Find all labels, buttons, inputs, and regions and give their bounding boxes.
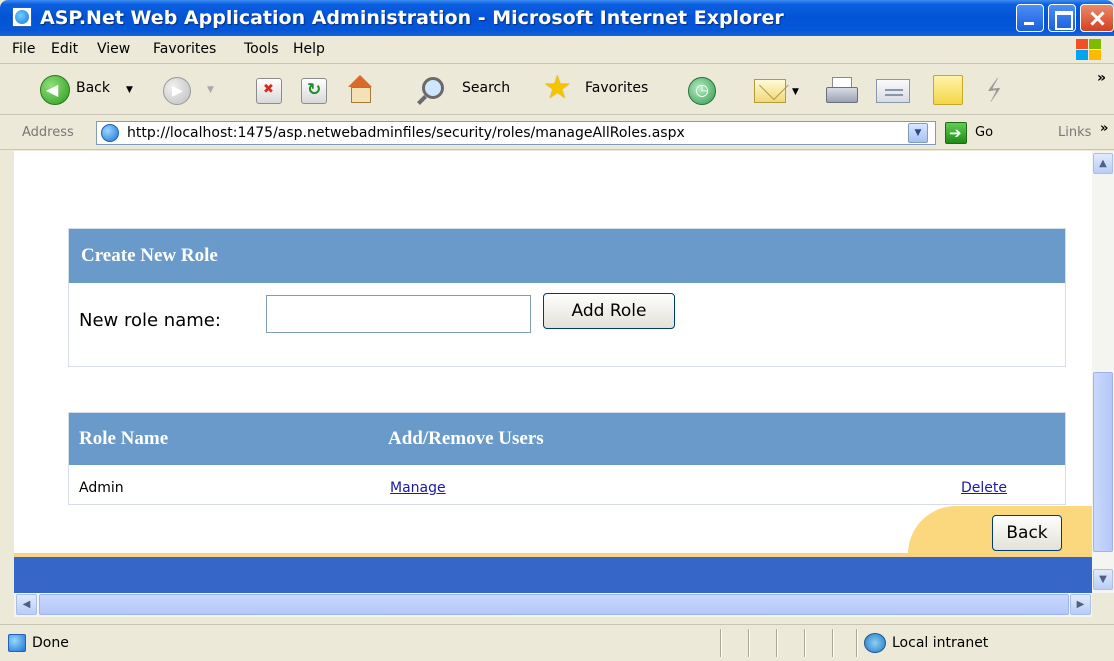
toolbar-chevron-icon[interactable]: » xyxy=(1097,70,1106,86)
messenger-icon[interactable]: ⚡ xyxy=(980,72,1010,110)
menu-favorites[interactable]: Favorites xyxy=(153,41,216,57)
home-icon[interactable] xyxy=(345,75,375,105)
status-separator xyxy=(720,629,722,657)
address-bar: Address http://localhost:1475/asp.netweb… xyxy=(0,116,1114,150)
mail-dropdown-icon[interactable]: ▼ xyxy=(792,87,799,97)
mail-icon[interactable] xyxy=(754,79,786,103)
stop-icon[interactable] xyxy=(256,78,282,104)
new-role-name-label: New role name: xyxy=(79,310,221,331)
page-viewport: Create New Role New role name: Add Role … xyxy=(14,151,1092,593)
refresh-icon[interactable] xyxy=(301,78,327,104)
ie-page-icon xyxy=(101,124,119,142)
search-icon[interactable] xyxy=(416,75,446,105)
back-button[interactable]: Back xyxy=(992,515,1062,551)
history-icon[interactable] xyxy=(688,77,716,105)
ie-app-icon xyxy=(12,7,32,27)
menu-view[interactable]: View xyxy=(97,41,130,57)
column-add-remove-users: Add/Remove Users xyxy=(388,428,544,449)
menu-help[interactable]: Help xyxy=(293,41,325,57)
links-label[interactable]: Links xyxy=(1058,125,1091,140)
maximize-button[interactable] xyxy=(1048,4,1076,32)
status-separator xyxy=(776,629,778,657)
scroll-right-icon[interactable]: ▶ xyxy=(1070,594,1091,615)
back-arrow-icon[interactable] xyxy=(40,75,70,105)
horizontal-scroll-thumb[interactable] xyxy=(39,594,1069,615)
scroll-left-icon[interactable]: ◀ xyxy=(16,594,37,615)
horizontal-scrollbar[interactable]: ◀ ▶ xyxy=(14,593,1092,617)
ie-page-status-icon xyxy=(8,634,26,652)
menu-file[interactable]: File xyxy=(12,41,35,57)
status-separator xyxy=(804,629,806,657)
minimize-button[interactable] xyxy=(1016,4,1044,32)
links-chevron-icon[interactable]: » xyxy=(1100,121,1108,136)
menu-tools[interactable]: Tools xyxy=(244,41,279,57)
note-icon[interactable] xyxy=(933,75,963,105)
manage-link[interactable]: Manage xyxy=(390,480,446,496)
scroll-down-icon[interactable]: ▼ xyxy=(1093,569,1113,590)
role-name-cell: Admin xyxy=(79,480,124,496)
create-role-panel: Create New Role New role name: Add Role xyxy=(68,228,1066,367)
search-button-label[interactable]: Search xyxy=(462,80,510,96)
add-role-button[interactable]: Add Role xyxy=(543,293,675,329)
standard-toolbar: Back ▼ ▼ Search ★ Favorites ▼ ⚡ xyxy=(0,65,1114,115)
address-dropdown-icon[interactable]: ▼ xyxy=(908,123,928,143)
favorites-button-label[interactable]: Favorites xyxy=(585,80,648,96)
forward-arrow-icon[interactable] xyxy=(163,77,191,105)
status-bar: Done Local intranet xyxy=(0,624,1114,661)
delete-link[interactable]: Delete xyxy=(961,480,1007,496)
go-button-label[interactable]: Go xyxy=(975,125,993,140)
close-button[interactable] xyxy=(1080,4,1114,32)
star-icon[interactable]: ★ xyxy=(543,71,572,103)
status-text: Done xyxy=(32,635,69,651)
browser-window: ASP.Net Web Application Administration -… xyxy=(0,0,1114,661)
menu-edit[interactable]: Edit xyxy=(51,41,78,57)
back-dropdown-icon[interactable]: ▼ xyxy=(126,85,133,95)
roles-table-header: Role Name Add/Remove Users xyxy=(69,413,1065,465)
scroll-up-icon[interactable]: ▲ xyxy=(1093,153,1113,174)
title-bar: ASP.Net Web Application Administration -… xyxy=(0,0,1114,36)
back-button-label[interactable]: Back xyxy=(76,80,110,96)
local-intranet-icon xyxy=(864,633,886,653)
address-url[interactable]: http://localhost:1475/asp.netwebadminfil… xyxy=(127,125,685,141)
print-icon[interactable] xyxy=(826,77,858,105)
windows-logo-icon xyxy=(1074,38,1104,62)
column-role-name: Role Name xyxy=(79,428,169,449)
window-title: ASP.Net Web Application Administration -… xyxy=(40,7,784,29)
status-separator xyxy=(832,629,834,657)
go-arrow-icon[interactable] xyxy=(945,122,967,144)
new-role-name-input[interactable] xyxy=(266,295,531,333)
status-separator xyxy=(856,629,858,657)
security-zone-label: Local intranet xyxy=(892,635,989,651)
roles-table: Role Name Add/Remove Users Admin Manage … xyxy=(68,412,1066,505)
edit-icon[interactable] xyxy=(876,79,910,103)
status-separator xyxy=(748,629,750,657)
address-label: Address xyxy=(22,125,74,140)
create-role-header: Create New Role xyxy=(69,229,1065,283)
vertical-scroll-thumb[interactable] xyxy=(1093,372,1113,552)
address-input[interactable]: http://localhost:1475/asp.netwebadminfil… xyxy=(96,121,936,145)
footer-band xyxy=(14,557,1092,593)
scroll-corner xyxy=(1092,593,1114,617)
vertical-scrollbar[interactable]: ▲ ▼ xyxy=(1092,151,1114,593)
forward-dropdown-icon[interactable]: ▼ xyxy=(207,85,214,95)
menu-bar: File Edit View Favorites Tools Help xyxy=(0,36,1114,64)
